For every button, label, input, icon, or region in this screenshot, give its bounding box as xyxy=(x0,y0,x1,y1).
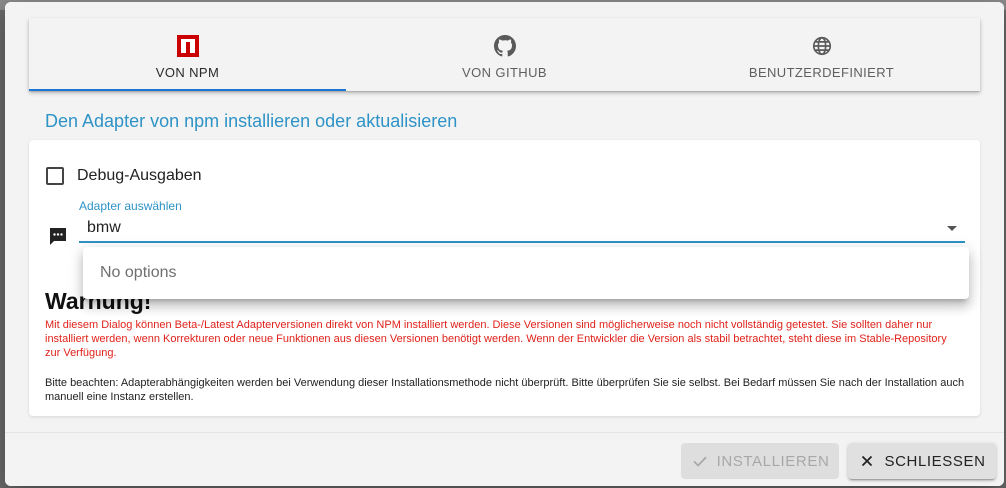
tab-github[interactable]: VON GITHUB xyxy=(346,18,663,91)
tab-custom[interactable]: BENUTZERDEFINIERT xyxy=(663,18,980,91)
check-icon xyxy=(691,452,709,470)
close-button-label: SCHLIESSEN xyxy=(884,452,986,470)
install-button-label: INSTALLIEREN xyxy=(716,452,830,470)
debug-checkbox[interactable]: Debug-Ausgaben xyxy=(46,167,202,185)
autocomplete-popup: No options xyxy=(83,247,969,299)
warning-text: Mit diesem Dialog können Beta-/Latest Ad… xyxy=(45,319,947,359)
tab-github-label: VON GITHUB xyxy=(462,65,547,80)
section-heading: Den Adapter von npm installieren oder ak… xyxy=(45,111,458,131)
dialog-content: VON NPM VON GITHUB BENUTZERDEFINIERT Den… xyxy=(5,2,1004,432)
dropdown-arrow-icon[interactable] xyxy=(947,226,957,231)
tab-npm[interactable]: VON NPM xyxy=(29,18,346,91)
source-tabs: VON NPM VON GITHUB BENUTZERDEFINIERT xyxy=(29,18,980,91)
tab-active-indicator xyxy=(29,89,346,91)
tab-npm-label: VON NPM xyxy=(155,65,220,80)
close-icon xyxy=(858,452,876,470)
adapter-select-value[interactable]: bmw xyxy=(87,219,121,237)
tab-custom-label: BENUTZERDEFINIERT xyxy=(748,65,895,80)
install-button[interactable]: INSTALLIEREN xyxy=(681,443,839,479)
dialog-actions: INSTALLIEREN SCHLIESSEN xyxy=(5,432,1004,486)
checkbox-square-icon[interactable] xyxy=(46,167,64,185)
dependency-note: Bitte beachten: Adapterabhängigkeiten we… xyxy=(45,377,965,403)
message-icon xyxy=(48,226,68,246)
close-button[interactable]: SCHLIESSEN xyxy=(848,443,996,479)
adapter-select-input[interactable]: bmw xyxy=(79,215,965,243)
adapter-select-label: Adapter auswählen xyxy=(79,199,182,213)
debug-checkbox-label: Debug-Ausgaben xyxy=(77,167,202,184)
github-icon xyxy=(493,34,517,58)
install-dialog: VON NPM VON GITHUB BENUTZERDEFINIERT Den… xyxy=(5,2,1004,486)
globe-icon xyxy=(810,34,834,58)
no-options-text: No options xyxy=(100,264,177,281)
npm-icon xyxy=(176,34,200,58)
